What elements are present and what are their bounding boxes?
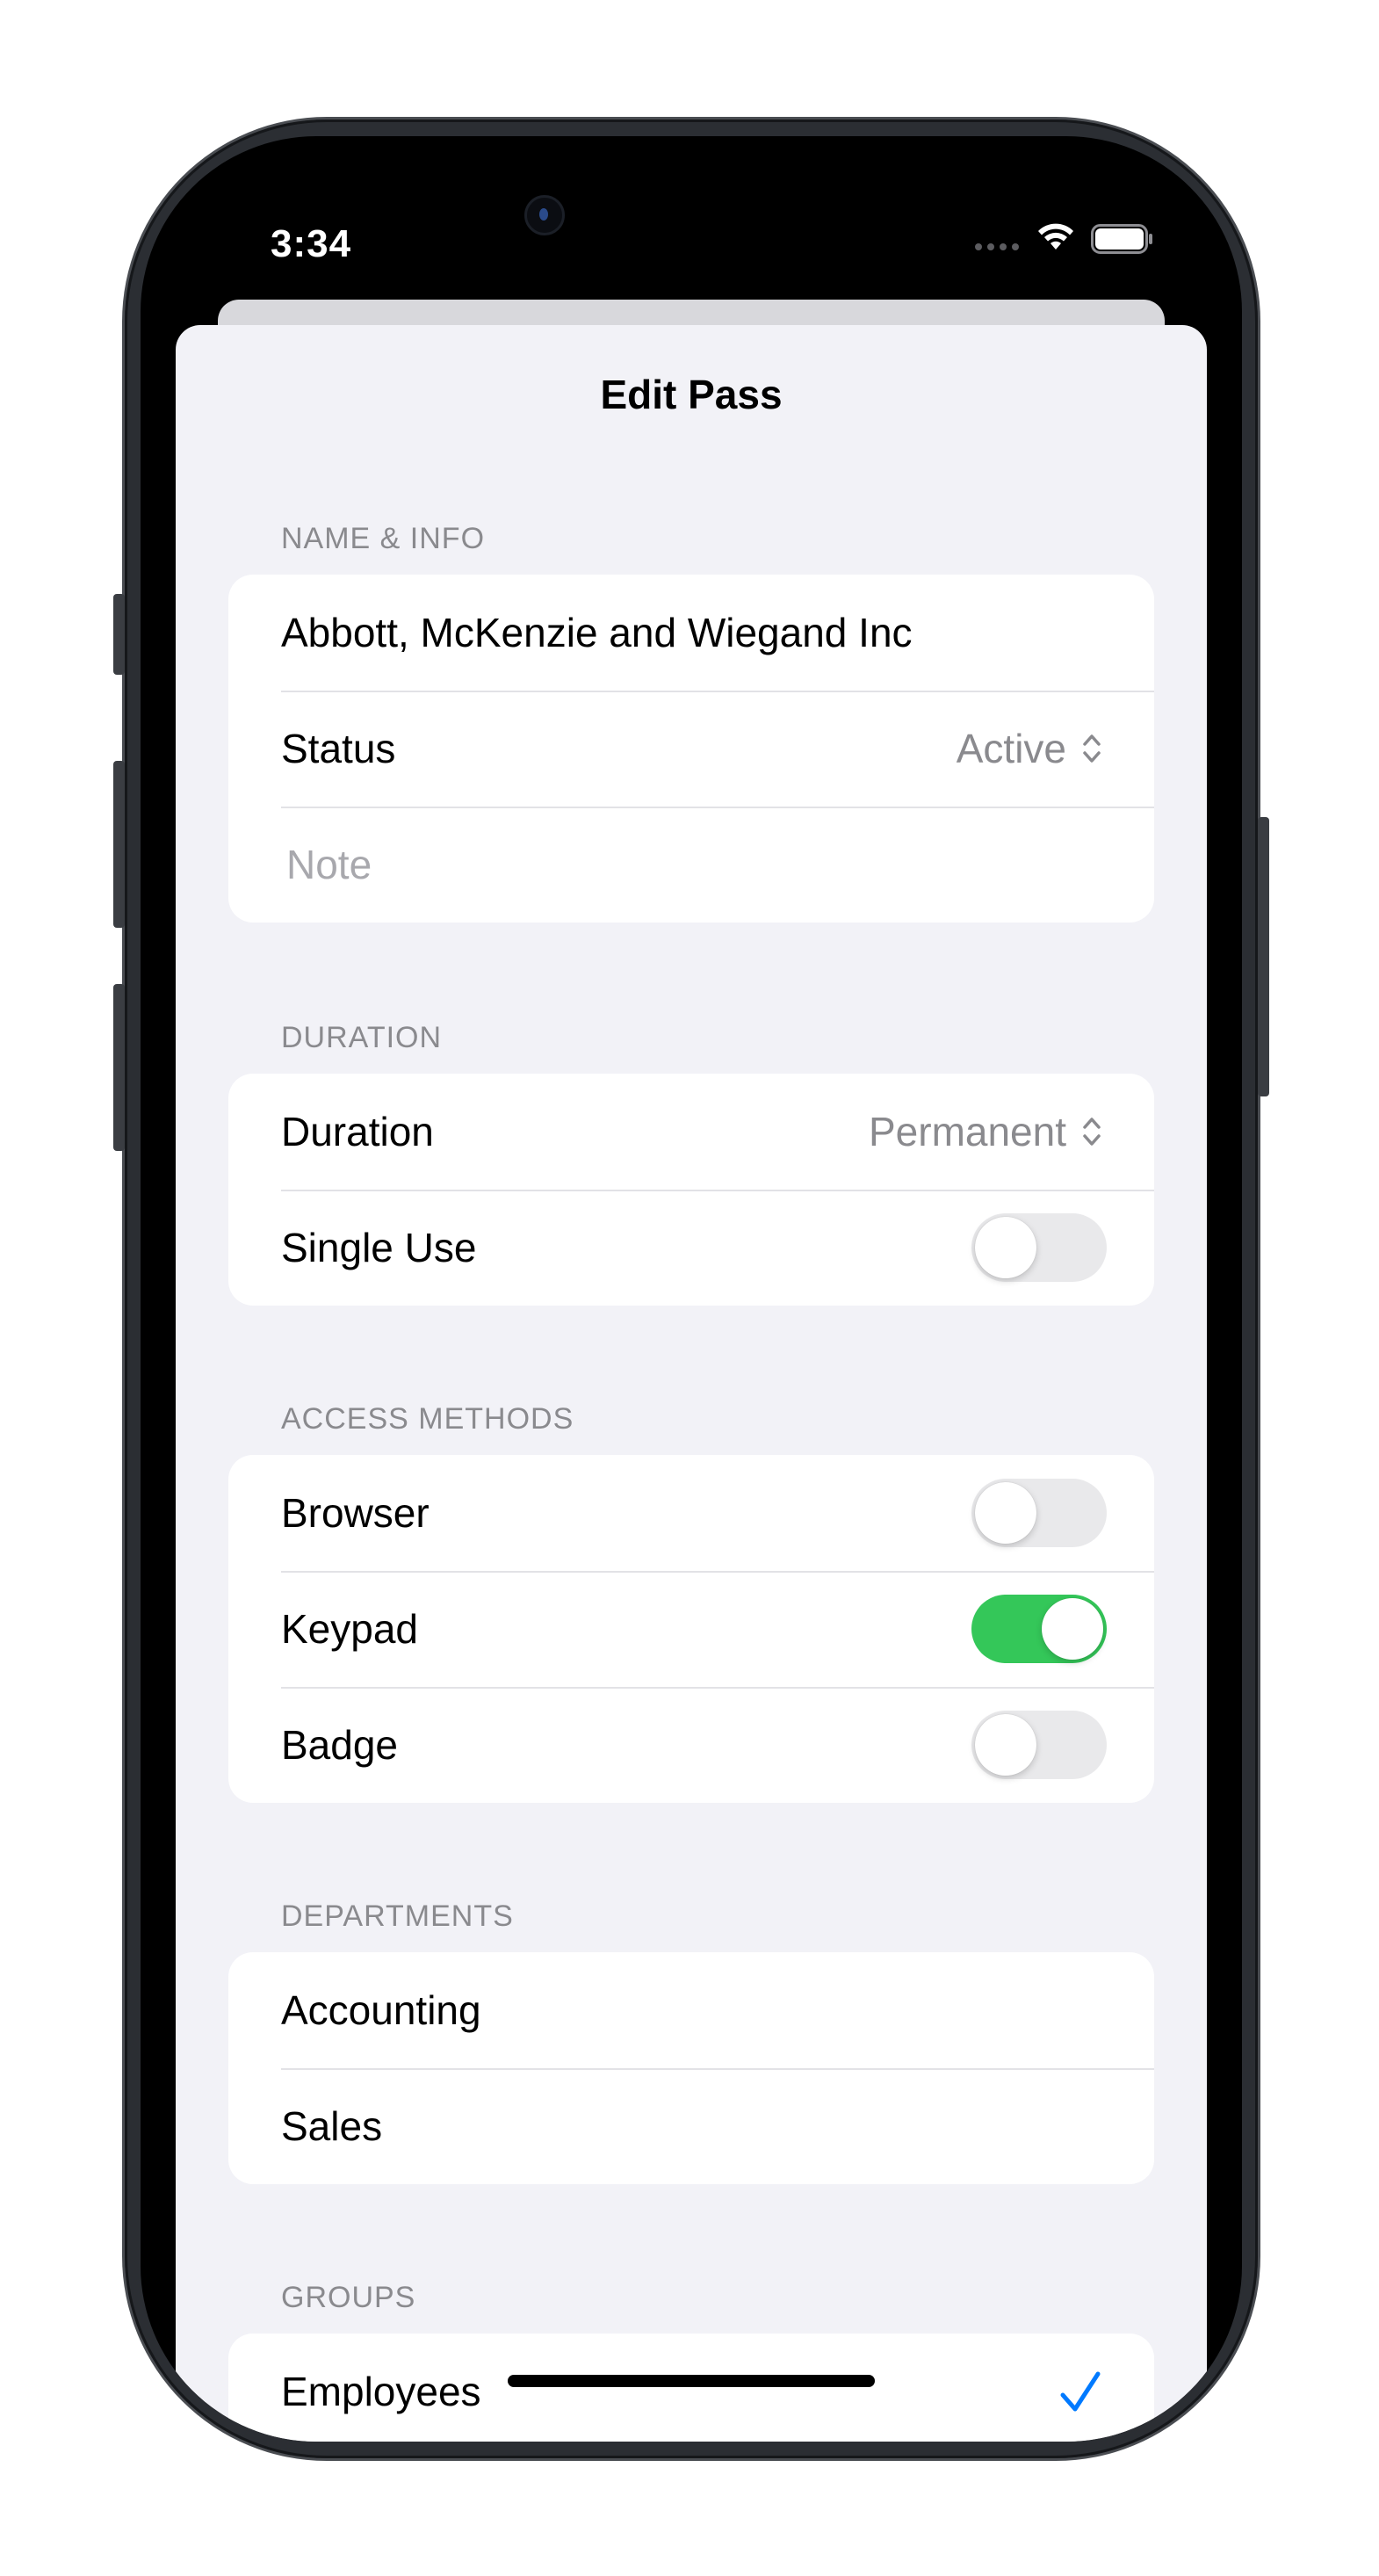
department-row-sales[interactable]: Sales <box>228 2068 1154 2184</box>
name-field[interactable]: Abbott, McKenzie and Wiegand Inc <box>281 575 913 691</box>
wifi-icon <box>1038 223 1073 250</box>
browser-toggle[interactable] <box>971 1479 1107 1547</box>
section-header-access-methods: ACCESS METHODS <box>281 1402 574 1436</box>
status-label: Status <box>281 726 396 771</box>
phone-screen: 3:34 Edit Pass NAME & INFO Abbott, McKen… <box>141 136 1242 2442</box>
checkmark-icon <box>1060 2371 1101 2412</box>
name-row[interactable]: Abbott, McKenzie and Wiegand Inc <box>228 575 1154 691</box>
access-row-browser: Browser <box>228 1455 1154 1571</box>
group-row-employees[interactable]: Employees <box>228 2334 1154 2442</box>
sheet-title: Edit Pass <box>600 372 783 417</box>
status-value: Active <box>956 726 1066 771</box>
access-label-keypad: Keypad <box>281 1606 419 1652</box>
toggle-knob <box>975 1217 1036 1278</box>
department-label: Accounting <box>281 1987 481 2033</box>
access-methods-group: Browser Keypad Badge <box>228 1455 1154 1803</box>
duration-label: Duration <box>281 1109 434 1154</box>
chevron-up-down-icon <box>1083 734 1101 763</box>
duration-value: Permanent <box>868 1109 1066 1154</box>
toggle-knob <box>1042 1598 1103 1660</box>
access-label-badge: Badge <box>281 1722 399 1768</box>
status-picker[interactable]: Active <box>957 691 1101 807</box>
name-info-group: Abbott, McKenzie and Wiegand Inc Status … <box>228 575 1154 923</box>
department-label: Sales <box>281 2103 383 2149</box>
badge-toggle[interactable] <box>971 1711 1107 1779</box>
access-row-badge: Badge <box>228 1687 1154 1803</box>
note-field[interactable]: Note <box>286 807 372 923</box>
department-row-accounting[interactable]: Accounting <box>228 1952 1154 2068</box>
volume-up-button <box>113 761 125 928</box>
battery-icon <box>1091 224 1152 254</box>
keypad-toggle[interactable] <box>971 1595 1107 1663</box>
action-button <box>113 594 125 675</box>
signal-dots-icon <box>975 243 1019 250</box>
status-row[interactable]: Status Active <box>228 691 1154 807</box>
single-use-toggle[interactable] <box>971 1213 1107 1282</box>
departments-group: Accounting Sales <box>228 1952 1154 2184</box>
home-indicator[interactable] <box>508 2375 875 2387</box>
edit-pass-sheet: Edit Pass NAME & INFO Abbott, McKenzie a… <box>176 325 1207 2442</box>
status-time: 3:34 <box>271 222 352 265</box>
single-use-label: Single Use <box>281 1225 477 1270</box>
section-header-name-info: NAME & INFO <box>281 522 486 555</box>
duration-group: Duration Permanent Single Use <box>228 1074 1154 1306</box>
duration-picker[interactable]: Permanent <box>869 1074 1101 1190</box>
chevron-up-down-icon <box>1083 1118 1101 1146</box>
access-row-keypad: Keypad <box>228 1571 1154 1687</box>
group-label: Employees <box>281 2369 481 2414</box>
volume-down-button <box>113 984 125 1151</box>
toggle-knob <box>975 1482 1036 1544</box>
toggle-knob <box>975 1714 1036 1776</box>
section-header-duration: DURATION <box>281 1021 443 1054</box>
groups-group: Employees <box>228 2334 1154 2442</box>
front-camera <box>524 195 565 235</box>
single-use-row: Single Use <box>228 1190 1154 1306</box>
section-header-departments: DEPARTMENTS <box>281 1899 514 1933</box>
section-header-groups: GROUPS <box>281 2281 416 2314</box>
duration-row[interactable]: Duration Permanent <box>228 1074 1154 1190</box>
access-label-browser: Browser <box>281 1490 430 1536</box>
note-row[interactable]: Note <box>228 807 1154 923</box>
power-button <box>1258 817 1269 1096</box>
